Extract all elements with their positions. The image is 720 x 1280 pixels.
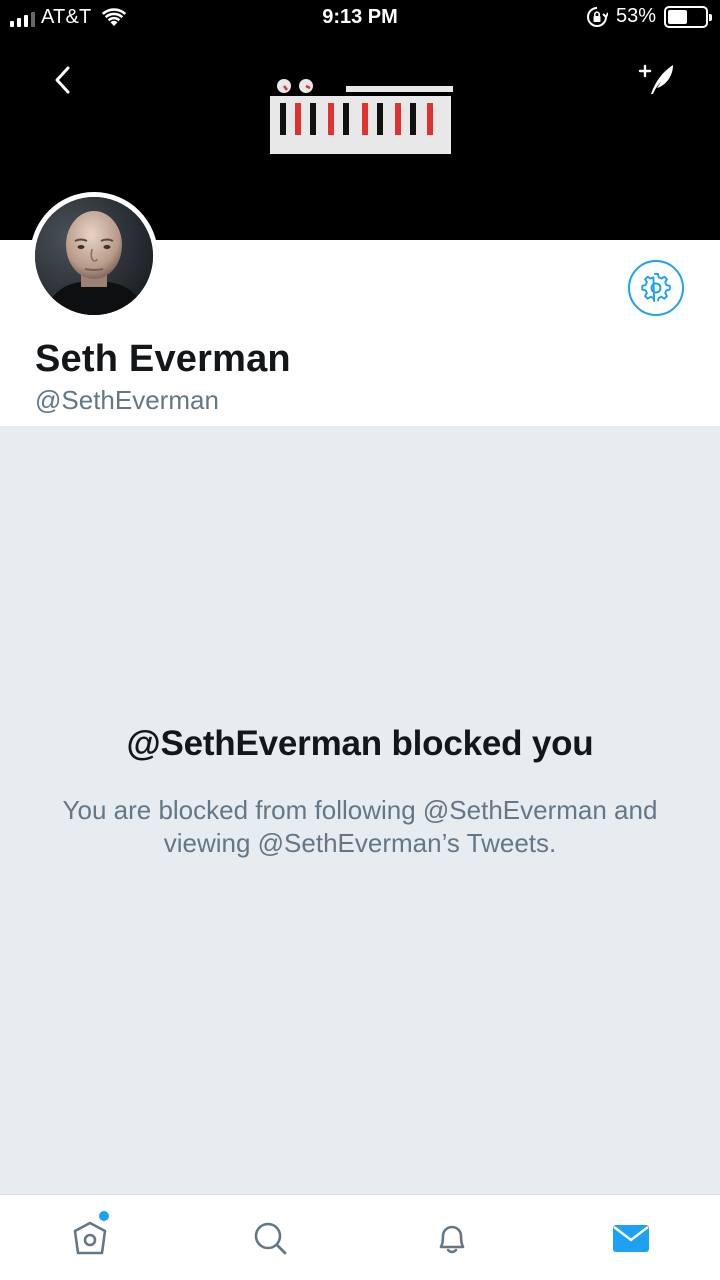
avatar-image: [35, 197, 153, 315]
compose-tweet-button[interactable]: [632, 54, 682, 104]
home-icon: [73, 1221, 107, 1255]
search-icon: [254, 1222, 287, 1255]
tab-home[interactable]: [67, 1211, 113, 1261]
profile-handle: @SethEverman: [35, 385, 219, 415]
profile-header: Seth Everman @SethEverman: [0, 192, 720, 426]
twitter-profile-screen: AT&T 9:13 PM 53% Seth Everman @SethEverm…: [0, 0, 720, 1280]
settings-button[interactable]: [628, 260, 684, 316]
bottom-tab-bar: [0, 1194, 720, 1280]
home-notification-dot: [99, 1211, 109, 1221]
banner-keyboard-image: [270, 79, 453, 154]
compose-feather-icon: [638, 64, 673, 94]
status-bar: AT&T 9:13 PM 53%: [0, 0, 720, 36]
mail-icon: [613, 1225, 649, 1252]
tab-search[interactable]: [247, 1215, 293, 1261]
chevron-left-icon: [55, 66, 70, 94]
tab-messages[interactable]: [608, 1215, 654, 1261]
gear-icon: [641, 273, 671, 303]
avatar[interactable]: [30, 192, 158, 320]
blocked-description: You are blocked from following @SethEver…: [62, 795, 658, 858]
bell-icon: [439, 1225, 465, 1254]
tab-notifications[interactable]: [429, 1215, 475, 1261]
back-button[interactable]: [40, 58, 84, 102]
orientation-lock-icon: [587, 6, 608, 27]
battery-percent: 53%: [615, 5, 656, 27]
blocked-title: @SethEverman blocked you: [126, 724, 594, 763]
battery-icon: [664, 5, 712, 28]
battery-level-fill: [668, 9, 688, 24]
profile-display-name: Seth Everman: [35, 338, 291, 380]
status-right: 53%: [586, 5, 712, 28]
blocked-notice: @SethEverman blocked you You are blocked…: [0, 426, 720, 1194]
